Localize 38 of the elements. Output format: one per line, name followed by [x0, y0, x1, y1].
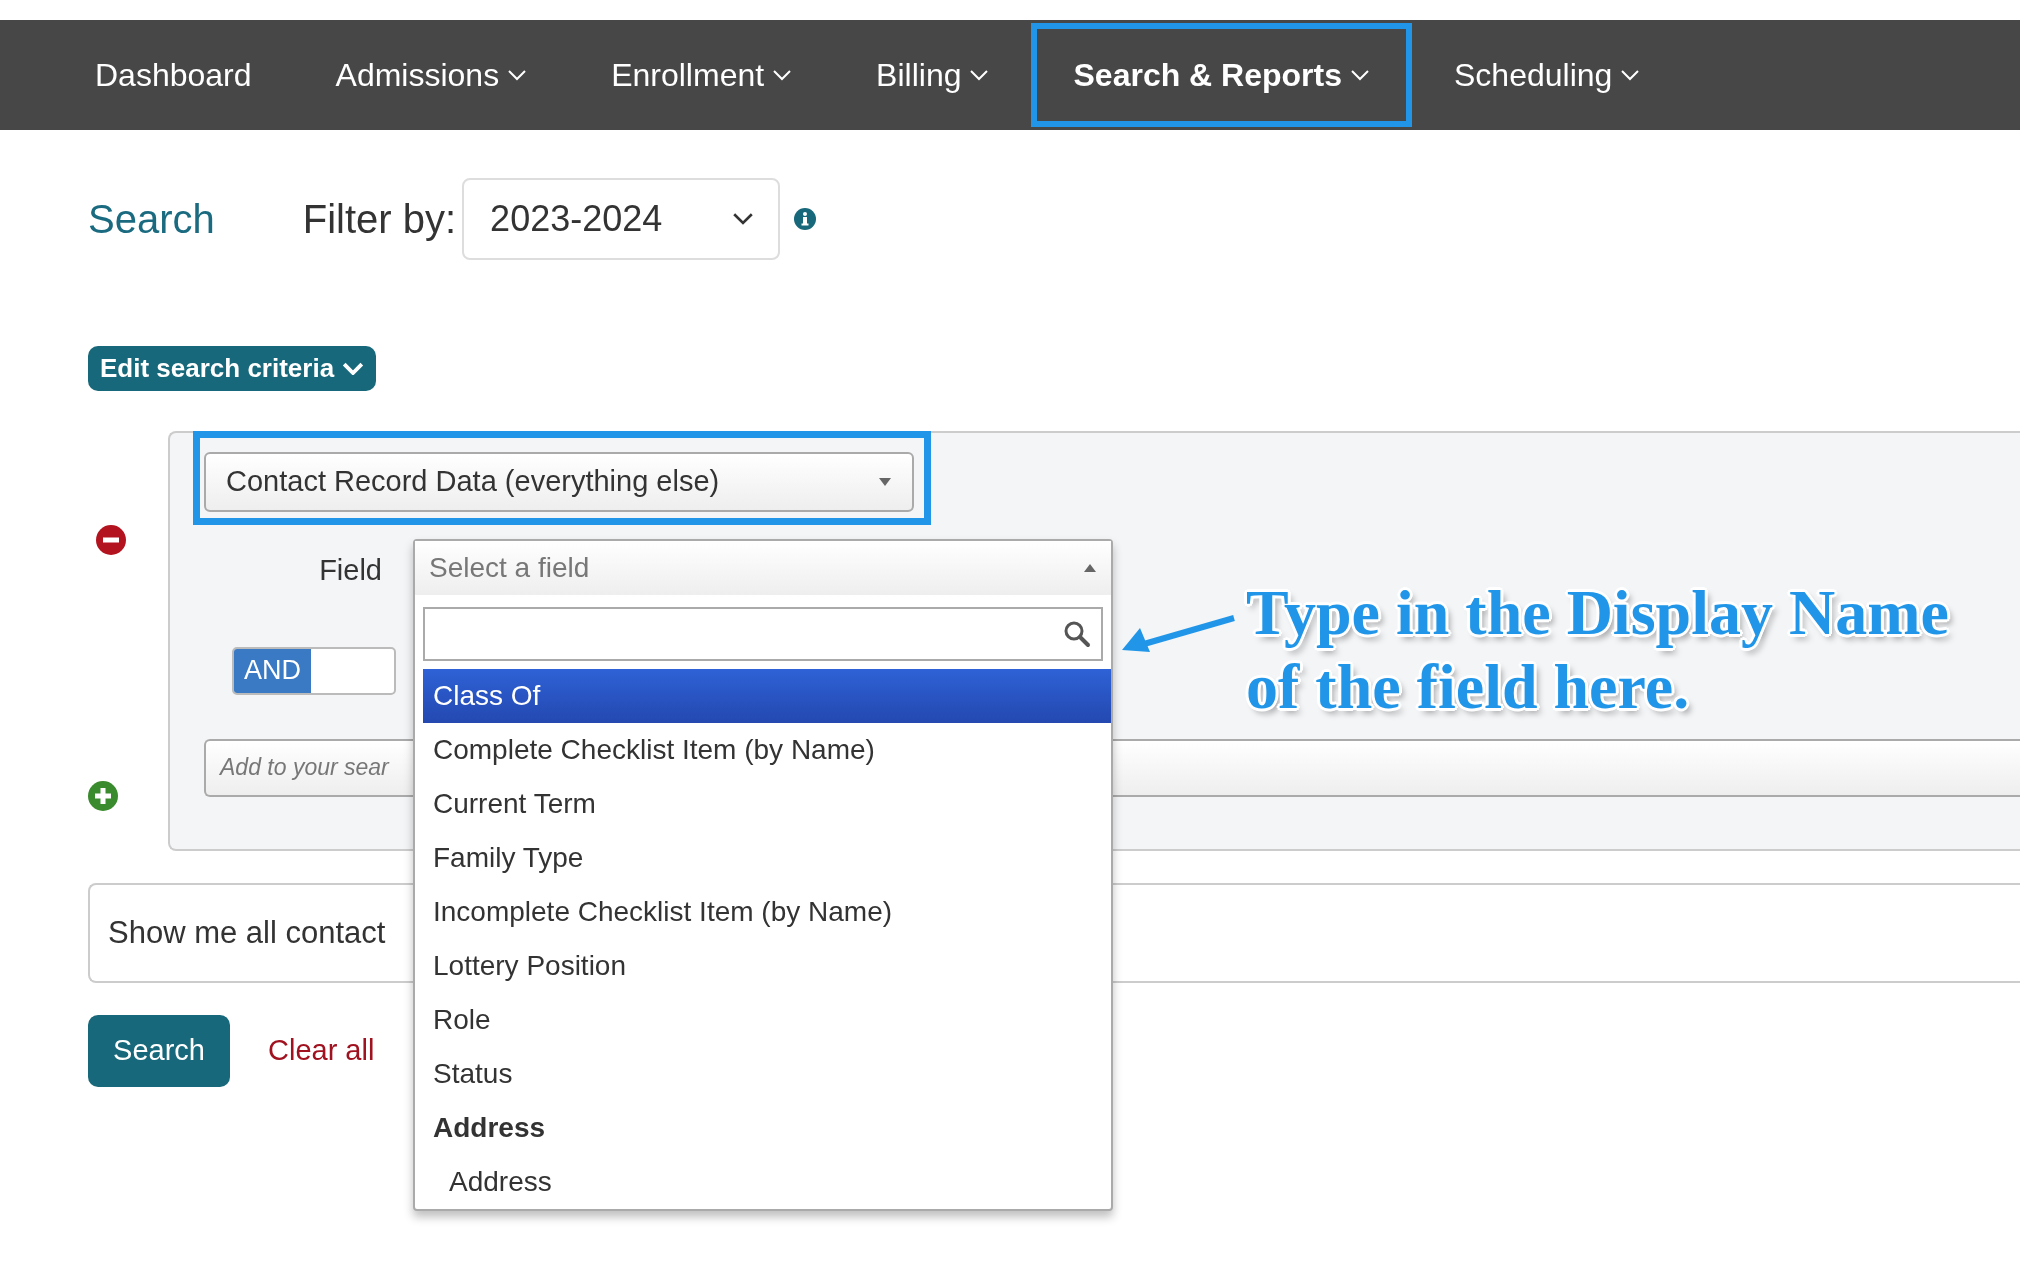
nav-link[interactable]: Enrollment	[569, 20, 835, 130]
dropdown-option[interactable]: Class Of	[423, 669, 1111, 723]
field-select[interactable]: Select a field Class Of Complete Checklist Item (by Name) Current Term Family Type Incomplete Checklist Item (by Name) Lottery Position Role Status Address Address	[413, 539, 1113, 1211]
add-icon[interactable]	[88, 781, 118, 811]
dropdown-option[interactable]: Family Type	[423, 831, 1111, 885]
dropdown-arrow-icon	[1083, 563, 1097, 573]
chevron-down-icon	[732, 212, 755, 226]
edit-criteria-button[interactable]: Edit search criteria	[88, 346, 377, 391]
nav-link[interactable]: Scheduling	[1412, 20, 1683, 130]
year-select[interactable]: 2023-2024	[462, 178, 781, 260]
dropdown-arrow-icon	[878, 477, 892, 487]
select-placeholder: Select a field	[429, 551, 590, 585]
nav-link[interactable]: Search & Reports	[1031, 23, 1412, 127]
summary-text: Show me all contact	[108, 913, 386, 952]
source-select[interactable]: Contact Record Data (everything else)	[204, 452, 914, 512]
nav-link[interactable]: Admissions	[293, 20, 570, 130]
dropdown-option[interactable]: Incomplete Checklist Item (by Name)	[423, 885, 1111, 939]
dropdown-option[interactable]: Role	[423, 993, 1111, 1047]
chevron-down-icon	[342, 361, 365, 376]
annotation-text: Type in the Display Name of the field here.	[1246, 576, 1949, 724]
clear-all-link[interactable]: Clear all	[268, 1029, 375, 1073]
nav-link[interactable]: Dashboard	[53, 20, 294, 130]
dropdown-option[interactable]: Lottery Position	[423, 939, 1111, 993]
page-title: Search	[88, 196, 215, 243]
group-label: Address	[432, 1111, 547, 1145]
field-label: Field	[318, 553, 382, 588]
nav-link[interactable]: Billing	[834, 20, 1032, 130]
search-icon	[1063, 620, 1091, 648]
and-or-toggle[interactable]: AND	[232, 646, 396, 695]
remove-icon[interactable]	[96, 525, 126, 555]
search-button[interactable]: Search	[88, 1015, 230, 1087]
dropdown-option[interactable]: Complete Checklist Item (by Name)	[423, 723, 1111, 777]
dropdown-option[interactable]: Status	[423, 1047, 1111, 1101]
dropdown-search-field[interactable]	[423, 607, 1103, 661]
info-icon[interactable]	[794, 208, 817, 230]
dropdown-option[interactable]: Address	[423, 1155, 1111, 1209]
dropdown-option[interactable]: Current Term	[423, 777, 1111, 831]
filter-label: Filter by:	[302, 196, 457, 243]
